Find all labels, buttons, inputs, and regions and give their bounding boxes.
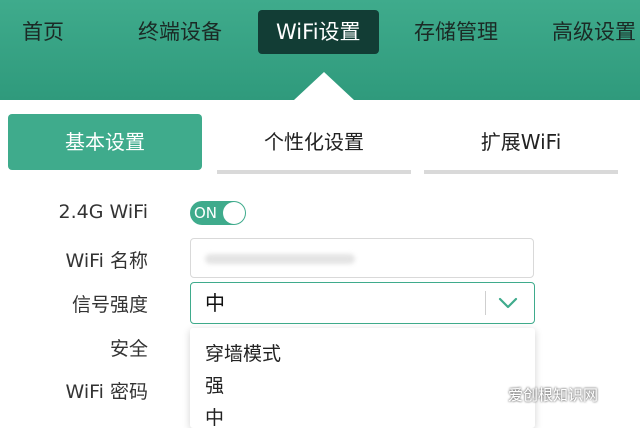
- tab-basic-settings[interactable]: 基本设置: [8, 114, 202, 170]
- active-nav-pointer: [294, 72, 354, 100]
- nav-storage[interactable]: 存储管理: [414, 10, 498, 54]
- tab-personalized-settings[interactable]: 个性化设置: [217, 114, 411, 174]
- option-wall-penetration[interactable]: 穿墙模式: [205, 339, 281, 369]
- security-label: 安全: [109, 338, 148, 360]
- wifi-24g-toggle[interactable]: ON: [190, 201, 246, 225]
- tab-extend-wifi[interactable]: 扩展WiFi: [424, 114, 618, 174]
- ssid-input[interactable]: [190, 238, 534, 278]
- ssid-label: WiFi 名称: [65, 250, 148, 272]
- signal-strength-label: 信号强度: [71, 294, 148, 316]
- signal-strength-select[interactable]: 中: [190, 282, 535, 324]
- signal-strength-dropdown: 穿墙模式 强 中: [190, 328, 535, 428]
- toggle-knob: [223, 202, 245, 224]
- password-label: WiFi 密码: [65, 381, 148, 403]
- watermark: 爱创根知识网: [508, 386, 599, 404]
- blurred-ssid-value: [205, 254, 355, 264]
- top-navigation: 首页 终端设备 WiFi设置 存储管理 高级设置: [0, 0, 640, 100]
- nav-home[interactable]: 首页: [22, 10, 64, 54]
- option-strong[interactable]: 强: [205, 371, 224, 401]
- toggle-on-text: ON: [194, 204, 218, 222]
- option-medium[interactable]: 中: [205, 403, 224, 428]
- nav-devices[interactable]: 终端设备: [138, 10, 222, 54]
- wifi-24g-label: 2.4G WiFi: [58, 201, 148, 223]
- nav-wifi-settings[interactable]: WiFi设置: [258, 10, 379, 54]
- signal-strength-value: 中: [205, 291, 225, 315]
- select-divider: [485, 291, 486, 315]
- chevron-down-icon[interactable]: [496, 291, 520, 315]
- nav-advanced[interactable]: 高级设置: [552, 10, 636, 54]
